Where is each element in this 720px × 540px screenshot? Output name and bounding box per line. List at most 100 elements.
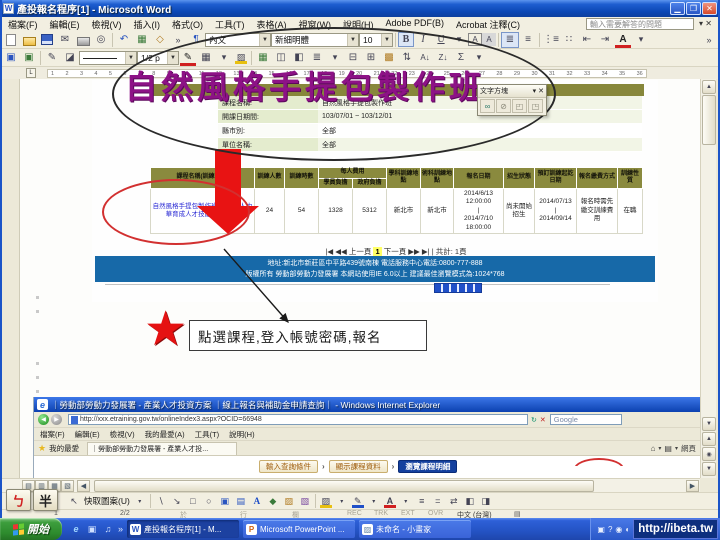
new-document-icon[interactable] [2,32,20,48]
select-browse-object-icon[interactable]: ◉ [702,447,716,461]
underline-icon[interactable]: U [432,32,450,48]
feeds-icon[interactable]: ▤ [664,444,672,453]
toolbar-more-icon[interactable]: » [700,32,718,48]
print-preview-icon[interactable]: ◎ [92,32,110,48]
threed-style-icon[interactable]: ◨ [478,494,494,509]
tray-volume-icon[interactable]: ◉ [615,525,622,534]
draw-font-color-dropdown-icon[interactable]: ▾ [398,494,414,509]
clipart-icon[interactable]: ▨ [281,494,297,509]
task-paint[interactable]: ▨ 未命名 - 小畫家 [359,520,471,538]
step-query-button[interactable]: 輸入查詢條件 [259,460,318,473]
favorites-star-icon[interactable]: ★ [38,443,46,454]
create-link-icon[interactable]: ∞ [480,99,495,113]
ie-quick-icon[interactable]: e [70,523,82,535]
browse-next-icon[interactable]: ▼ [702,462,716,476]
fill-color-icon[interactable]: ▨ [318,494,334,509]
arrow-icon[interactable]: ↘ [169,494,185,509]
horizontal-scroll-thumb[interactable] [94,480,594,492]
ie-menu-item[interactable]: 檔案(F) [40,429,65,440]
print-dropdown-icon[interactable]: ▾ [675,445,678,452]
previous-textbox-icon[interactable]: ◰ [512,99,527,113]
char-border-icon[interactable]: A [468,33,482,46]
status-rec[interactable]: REC [347,510,362,517]
status-ext[interactable]: EXT [401,510,415,517]
menu-item[interactable]: 視窗(W) [293,18,338,31]
textbox-toolbar-close-icon[interactable]: ✕ [538,87,544,95]
menu-item[interactable]: 表格(A) [251,18,293,31]
line-icon[interactable]: ∖ [153,494,169,509]
bold-icon[interactable]: B [398,32,414,47]
ime-indicator[interactable]: ㄅ 半 [6,489,60,513]
mail-icon[interactable]: ✉ [56,32,74,48]
drawing-icon[interactable]: ◇ [151,32,169,48]
outline-view-icon[interactable]: ▧ [61,480,74,492]
show-hide-icon[interactable]: ▣ [20,50,38,66]
scroll-down-icon[interactable]: ▼ [702,417,716,431]
menu-item[interactable]: 檢視(V) [86,18,128,31]
break-link-icon[interactable]: ⊘ [496,99,511,113]
scroll-up-icon[interactable]: ▲ [702,80,716,94]
task-powerpoint[interactable]: P Microsoft PowerPoint ... [243,520,355,538]
italic-icon[interactable]: I [414,32,432,48]
char-shading-icon[interactable]: A [482,33,496,46]
select-objects-icon[interactable]: ↖ [66,494,82,509]
decrease-indent-icon[interactable]: ⇤ [578,32,596,48]
undo-icon[interactable]: ↶ [115,32,133,48]
stop-icon[interactable]: ✕ [540,416,546,424]
wordart-icon[interactable]: A [249,494,265,509]
ie-menu-item[interactable]: 工具(T) [195,429,220,440]
fill-color-dropdown-icon[interactable]: ▾ [334,494,350,509]
search-box[interactable]: Google [550,414,622,425]
tab-selector[interactable]: L [26,68,36,78]
shadow-style-icon[interactable]: ◧ [462,494,478,509]
bullets-icon[interactable]: ∷ [560,32,578,48]
arrow-style-icon[interactable]: ⇄ [446,494,462,509]
next-textbox-icon[interactable]: ◳ [528,99,543,113]
refresh-icon[interactable]: ↻ [531,416,537,424]
picture-icon[interactable]: ▧ [297,494,313,509]
autoshapes-button[interactable]: 快取圖案(U) [82,495,132,507]
menu-close-icon[interactable]: ▾ ✕ [699,19,712,28]
vertical-scroll-thumb[interactable] [702,95,716,145]
browse-previous-icon[interactable]: ▲ [702,432,716,446]
toolbar-options-icon[interactable]: » [169,32,187,48]
minimize-button[interactable]: ▁ [670,2,685,15]
menu-item[interactable]: 說明(H) [337,18,380,31]
favorites-label[interactable]: 我的最愛 [49,443,79,454]
vertical-textbox-icon[interactable]: ▤ [233,494,249,509]
ime-mode-key[interactable]: ㄅ [6,489,31,511]
close-button[interactable]: ✕ [702,2,717,15]
pagination-next[interactable]: 下一頁 ▶▶ ▶| | 共計: 1頁 [384,247,467,256]
style-combo[interactable]: 內文▼ [205,33,271,47]
line-color-icon[interactable]: ✎ [350,494,366,509]
tray-display-icon[interactable]: ▣ [597,525,605,534]
scroll-left-icon[interactable]: ◀ [77,480,90,492]
task-word[interactable]: W 產投報名程序[1] - M... [127,520,239,538]
menu-item[interactable]: 格式(O) [166,18,209,31]
print-icon[interactable] [74,32,92,48]
textbox-icon[interactable]: ▣ [217,494,233,509]
help-question-box[interactable]: 輸入需要解答的問題 [586,18,694,30]
diagram-icon[interactable]: ◆ [265,494,281,509]
doc-map-icon[interactable]: ▣ [2,50,20,66]
forward-icon[interactable]: ▶ [51,414,62,425]
media-quick-icon[interactable]: ♫ [102,523,114,535]
open-icon[interactable] [20,32,38,48]
font-combo[interactable]: 新細明體▼ [271,33,359,47]
dash-style-icon[interactable]: = [430,494,446,509]
status-ovr[interactable]: OVR [428,510,443,517]
font-color-icon[interactable]: A [614,32,632,48]
menu-item[interactable]: 檔案(F) [2,18,44,31]
ie-menu-item[interactable]: 說明(H) [229,429,254,440]
tray-network-icon[interactable]: ◐ [625,525,630,534]
font-size-combo[interactable]: 10▼ [359,33,393,47]
horizontal-scrollbar[interactable]: ▤ ▥ ▦ ▧ ◀ ▶ [2,478,700,492]
table-icon[interactable]: ▦ [133,32,151,48]
save-icon[interactable] [38,32,56,48]
home-icon[interactable]: ⌂ [651,444,656,453]
styles-icon[interactable]: ¶ [187,32,205,48]
line-color-dropdown-icon[interactable]: ▾ [366,494,382,509]
ie-menu-item[interactable]: 檢視(V) [110,429,135,440]
menu-item[interactable]: Adobe PDF(B) [380,18,451,31]
start-button[interactable]: 開始 [0,518,62,540]
